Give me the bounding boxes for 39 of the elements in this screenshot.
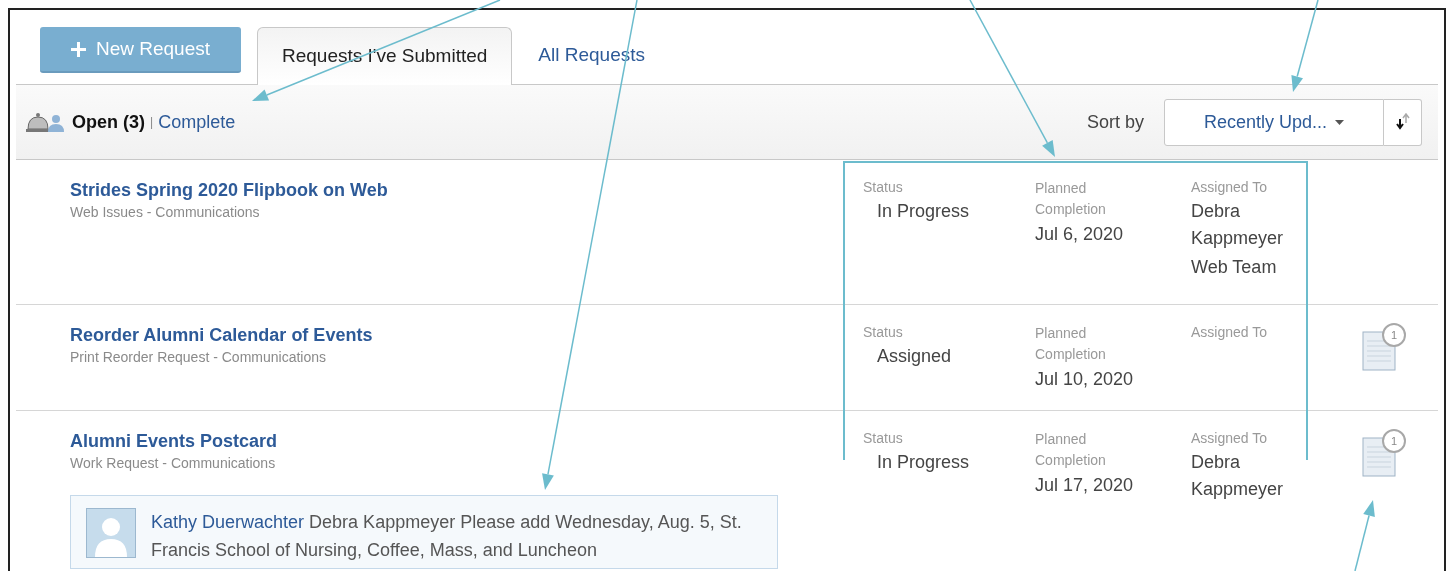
request-category: Print Reorder Request - Communications: [70, 348, 327, 367]
annotation-arrow: [1354, 500, 1375, 571]
status-value: In Progress: [876, 200, 971, 223]
assigned-to-label: Assigned To: [1191, 178, 1268, 196]
planned-completion-label: Planned Completion: [1035, 179, 1107, 219]
planned-completion-date: Jul 17, 2020: [1035, 474, 1135, 497]
service-bell-icon: [26, 111, 64, 133]
request-category: Work Request - Communications: [70, 454, 277, 473]
planned-completion-date: Jul 6, 2020: [1035, 223, 1125, 246]
sort-arrows-icon: [1395, 113, 1410, 131]
sort-dropdown[interactable]: Recently Upd...: [1164, 98, 1384, 146]
complete-filter[interactable]: Complete: [158, 108, 236, 136]
status-label: Status: [863, 178, 904, 196]
request-title[interactable]: Strides Spring 2020 Flipbook on Web: [70, 178, 845, 202]
request-title[interactable]: Alumni Events Postcard: [70, 429, 845, 453]
assignee: Web Team: [1191, 256, 1278, 279]
assignee: Debra Kappmeyer: [1191, 200, 1285, 250]
assignee: Debra Kappmeyer: [1191, 451, 1285, 501]
status-label: Status: [863, 429, 904, 447]
tab[interactable]: Requests I've Submitted: [257, 27, 513, 85]
sort-order-button[interactable]: [1384, 98, 1422, 146]
assigned-to-label: Assigned To: [1191, 323, 1268, 341]
plus-icon: [70, 41, 86, 57]
assigned-to-label: Assigned To: [1191, 429, 1268, 447]
caret-icon: [1335, 119, 1345, 125]
status-label: Status: [863, 323, 904, 341]
open-filter[interactable]: Open (3): [72, 108, 145, 136]
status-value: Assigned: [876, 345, 953, 368]
separator: |: [150, 114, 154, 131]
request-category: Web Issues - Communications: [70, 203, 261, 222]
request-title[interactable]: Reorder Alumni Calendar of Events: [70, 323, 845, 347]
planned-completion-label: Planned Completion: [1035, 324, 1107, 364]
planned-completion-label: Planned Completion: [1035, 430, 1107, 470]
comment-text: Kathy Duerwachter Debra Kappmeyer Please add Wednesday, Aug. 5, St. Francis School of Nursing, Coffee, Mass, and Luncheon: [151, 511, 743, 562]
planned-completion-date: Jul 10, 2020: [1035, 368, 1135, 391]
sort-by-label: Sort by: [1086, 110, 1144, 134]
status-value: In Progress: [876, 451, 971, 474]
avatar-icon: [86, 508, 136, 558]
author-link[interactable]: Kathy Duerwachter: [151, 512, 305, 532]
